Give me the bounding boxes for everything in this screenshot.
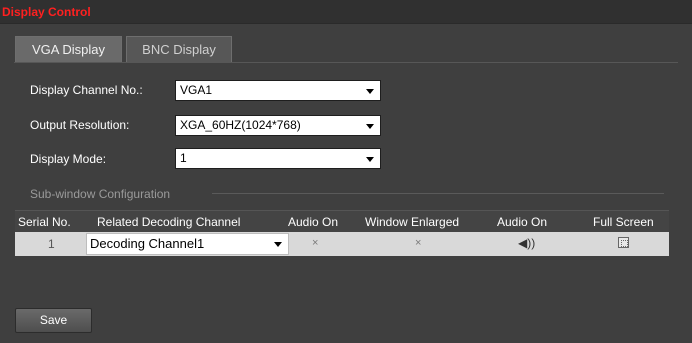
col-serial-no: Serial No. [18, 215, 71, 229]
table-row: 1 Decoding Channel1 × × ◀)) [15, 232, 669, 256]
tab-bnc-display[interactable]: BNC Display [126, 36, 232, 62]
col-audio-on: Audio On [288, 215, 339, 229]
speaker-icon[interactable]: ◀)) [518, 236, 535, 250]
output-resolution-label: Output Resolution: [30, 118, 130, 132]
col-full-screen: Full Screen [593, 215, 654, 229]
row-serial: 1 [48, 237, 55, 251]
audio-on-toggle-icon[interactable]: × [312, 237, 318, 249]
decoding-channel-value: Decoding Channel1 [90, 236, 205, 251]
save-button[interactable]: Save [15, 308, 92, 333]
display-mode-label: Display Mode: [30, 152, 107, 166]
display-channel-select[interactable]: VGA1 [175, 80, 381, 101]
decoding-channel-select[interactable]: Decoding Channel1 [86, 233, 289, 255]
col-related-decoding-channel: Related Decoding Channel [97, 215, 241, 229]
tab-divider [14, 62, 678, 63]
output-resolution-value: XGA_60HZ(1024*768) [180, 118, 301, 132]
display-mode-value: 1 [180, 151, 187, 165]
window-enlarged-toggle-icon[interactable]: × [415, 237, 421, 249]
table-header: Serial No. Related Decoding Channel Audi… [15, 210, 669, 233]
chevron-down-icon [366, 124, 374, 129]
chevron-down-icon [366, 157, 374, 162]
display-channel-value: VGA1 [180, 83, 213, 97]
page-title: Display Control [2, 5, 91, 19]
subwindow-section-title: Sub-window Configuration [30, 187, 171, 201]
col-window-enlarged: Window Enlarged [365, 215, 460, 229]
fullscreen-icon[interactable] [618, 237, 629, 248]
display-mode-select[interactable]: 1 [175, 148, 381, 169]
chevron-down-icon [366, 89, 374, 94]
output-resolution-select[interactable]: XGA_60HZ(1024*768) [175, 115, 381, 136]
title-bar: Display Control [0, 0, 692, 24]
chevron-down-icon [274, 242, 282, 247]
display-channel-label: Display Channel No.: [30, 83, 143, 97]
tab-vga-display[interactable]: VGA Display [15, 36, 122, 62]
col-audio-on-2: Audio On [497, 215, 548, 229]
section-divider [212, 193, 664, 194]
